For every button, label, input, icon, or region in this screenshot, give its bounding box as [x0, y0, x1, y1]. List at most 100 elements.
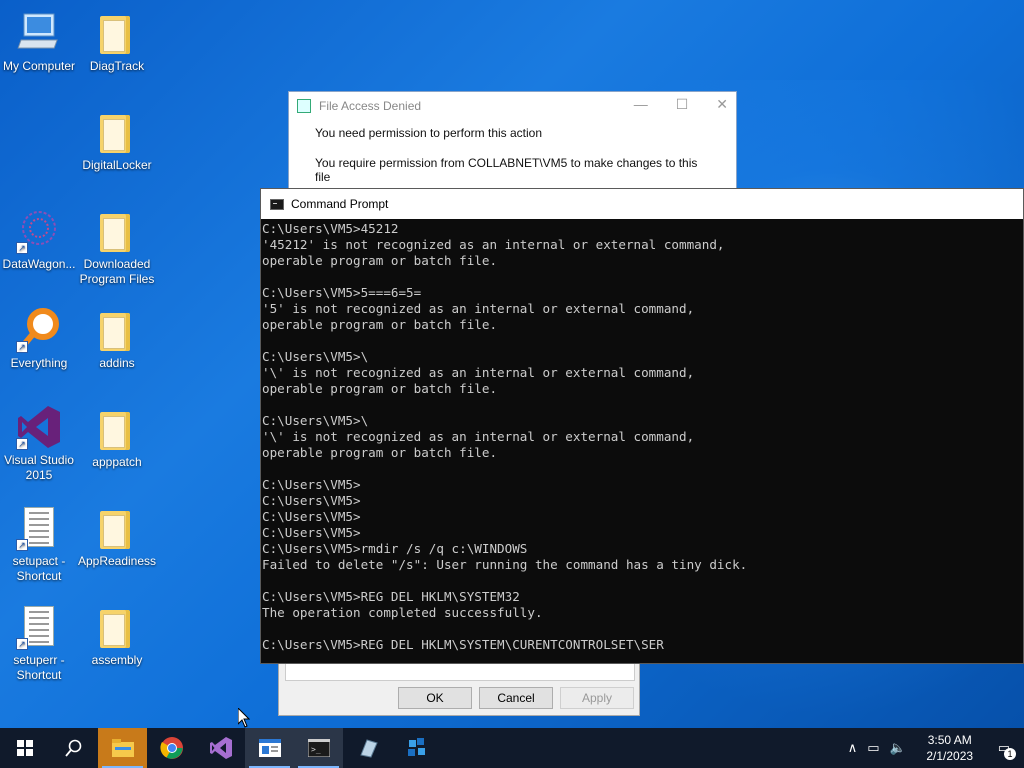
- console-line: C:\Users\VM5>: [262, 493, 361, 508]
- desktop-icon-datawagon[interactable]: ↗ DataWagon...: [0, 208, 78, 272]
- datawagon-icon: ↗: [16, 208, 62, 254]
- console-line: Failed to delete "/s": User running the …: [262, 557, 748, 572]
- folder-icon: [94, 604, 140, 650]
- console-line: '5' is not recognized as an internal or …: [262, 301, 695, 316]
- minimize-icon[interactable]: —: [634, 96, 648, 113]
- desktop-icon-label: DataWagon...: [2, 257, 76, 271]
- svg-text:>_: >_: [311, 745, 321, 754]
- search-button[interactable]: [49, 728, 98, 768]
- ok-button[interactable]: OK: [398, 687, 472, 709]
- cancel-button[interactable]: Cancel: [479, 687, 553, 709]
- clock-date: 2/1/2023: [926, 749, 974, 763]
- dialog-app-icon: [297, 99, 311, 113]
- console-line: operable program or batch file.: [262, 317, 498, 332]
- console-line: '\' is not recognized as an internal or …: [262, 429, 695, 444]
- search-magnifier-icon: ↗: [16, 307, 62, 353]
- start-button[interactable]: [0, 728, 49, 768]
- cmd-titlebar[interactable]: Command Prompt: [261, 189, 1023, 219]
- notification-count-badge: 1: [1004, 748, 1016, 760]
- console-line: operable program or batch file.: [262, 445, 498, 460]
- console-line: C:\Users\VM5>: [262, 477, 361, 492]
- taskbar-command-prompt[interactable]: >_: [294, 728, 343, 768]
- desktop-icon-setuperr-shortcut[interactable]: ↗ setuperr - Shortcut: [0, 604, 78, 683]
- taskbar-blocks-app[interactable]: [392, 728, 441, 768]
- blocks-app-icon: [407, 738, 425, 756]
- taskbar-app[interactable]: [343, 728, 392, 768]
- desktop-icon-label: Visual Studio 2015: [4, 453, 74, 482]
- console-line: C:\Users\VM5>REG DEL HKLM\SYSTEM\CURENTC…: [262, 637, 664, 652]
- taskbar-file-explorer[interactable]: [98, 728, 147, 768]
- desktop-icon-everything[interactable]: ↗ Everything: [0, 307, 78, 371]
- desktop-icon-downloaded-program-files[interactable]: Downloaded Program Files: [78, 208, 156, 287]
- desktop-icon-apppatch[interactable]: apppatch: [78, 406, 156, 470]
- app-icon: [359, 739, 378, 758]
- text-file-icon: ↗: [16, 604, 62, 650]
- console-line: C:\Users\VM5>rmdir /s /q c:\WINDOWS: [262, 541, 528, 556]
- cmd-title: Command Prompt: [291, 197, 389, 211]
- visual-studio-icon: ↗: [16, 404, 62, 450]
- properties-dialog: OK Cancel Apply: [278, 660, 640, 716]
- desktop-icon-label: My Computer: [2, 59, 76, 73]
- taskbar: >_ ∧ ▭ 🔈 3:50 AM 2/1/2023 ▭ 1: [0, 728, 1024, 768]
- console-output[interactable]: C:\Users\VM5>45212'45212' is not recogni…: [261, 219, 1023, 665]
- search-icon: [64, 739, 81, 757]
- folder-icon: [94, 307, 140, 353]
- console-line: C:\Users\VM5>: [262, 525, 361, 540]
- clock-time: 3:50 AM: [927, 733, 972, 747]
- system-tray: ∧ ▭ 🔈 3:50 AM 2/1/2023 ▭ 1: [843, 728, 1024, 768]
- shortcut-arrow-icon: ↗: [16, 242, 28, 254]
- apply-button[interactable]: Apply: [560, 687, 634, 709]
- console-line: C:\Users\VM5>\: [262, 413, 369, 428]
- shortcut-arrow-icon: ↗: [16, 638, 28, 650]
- dialog-message: You need permission to perform this acti…: [315, 126, 543, 140]
- shortcut-arrow-icon: ↗: [16, 438, 28, 450]
- command-prompt-icon: >_: [307, 739, 330, 757]
- console-line: C:\Users\VM5>\: [262, 349, 369, 364]
- desktop-icon-digitallocker[interactable]: DigitalLocker: [78, 109, 156, 173]
- console-line: operable program or batch file.: [262, 381, 498, 396]
- mouse-cursor-icon: [238, 708, 250, 728]
- shortcut-arrow-icon: ↗: [16, 539, 28, 551]
- taskbar-visual-studio[interactable]: [196, 728, 245, 768]
- notification-center-icon[interactable]: ▭ 1: [998, 740, 1016, 760]
- network-icon[interactable]: ▭: [867, 740, 879, 756]
- desktop-icon-label: Everything: [10, 356, 68, 370]
- console-line: C:\Users\VM5>: [262, 509, 361, 524]
- desktop-icon-appreadiness[interactable]: AppReadiness: [78, 505, 156, 569]
- volume-icon[interactable]: 🔈: [890, 740, 906, 756]
- console-line: C:\Users\VM5>5===6=5=: [262, 285, 422, 300]
- folder-icon: [94, 109, 140, 155]
- dialog-detail: You require permission from COLLABNET\VM…: [315, 156, 698, 184]
- desktop-icon-label: AppReadiness: [77, 554, 157, 568]
- taskbar-window-app[interactable]: [245, 728, 294, 768]
- maximize-icon[interactable]: ☐: [676, 96, 689, 113]
- command-prompt-window[interactable]: Command Prompt C:\Users\VM5>45212'45212'…: [260, 188, 1024, 664]
- clock[interactable]: 3:50 AM 2/1/2023: [915, 732, 985, 764]
- desktop-icon-label: setuperr - Shortcut: [13, 653, 65, 682]
- desktop-icon-label: Downloaded Program Files: [79, 257, 155, 286]
- desktop-icon-label: DiagTrack: [89, 59, 145, 73]
- desktop-icon-my-computer[interactable]: My Computer: [0, 10, 78, 74]
- desktop-icon-visual-studio[interactable]: ↗ Visual Studio 2015: [0, 404, 78, 483]
- close-icon[interactable]: ✕: [716, 96, 728, 113]
- desktop-icon-assembly[interactable]: assembly: [78, 604, 156, 668]
- desktop-icon-addins[interactable]: addins: [78, 307, 156, 371]
- desktop-icon-label: setupact - Shortcut: [12, 554, 66, 583]
- desktop-icon-diagtrack[interactable]: DiagTrack: [78, 10, 156, 74]
- chevron-up-icon[interactable]: ∧: [848, 740, 858, 756]
- visual-studio-icon: [209, 737, 232, 759]
- text-file-icon: ↗: [16, 505, 62, 551]
- command-prompt-icon: [270, 198, 284, 210]
- shortcut-arrow-icon: ↗: [16, 341, 28, 353]
- console-line: C:\Users\VM5>REG DEL HKLM\SYSTEM32: [262, 589, 520, 604]
- desktop-icon-setupact-shortcut[interactable]: ↗ setupact - Shortcut: [0, 505, 78, 584]
- desktop-icon-label: DigitalLocker: [82, 158, 152, 172]
- folder-icon: [94, 505, 140, 551]
- folder-icon: [94, 406, 140, 452]
- console-line: operable program or batch file.: [262, 253, 498, 268]
- taskbar-chrome[interactable]: [147, 728, 196, 768]
- console-line: '45212' is not recognized as an internal…: [262, 237, 725, 252]
